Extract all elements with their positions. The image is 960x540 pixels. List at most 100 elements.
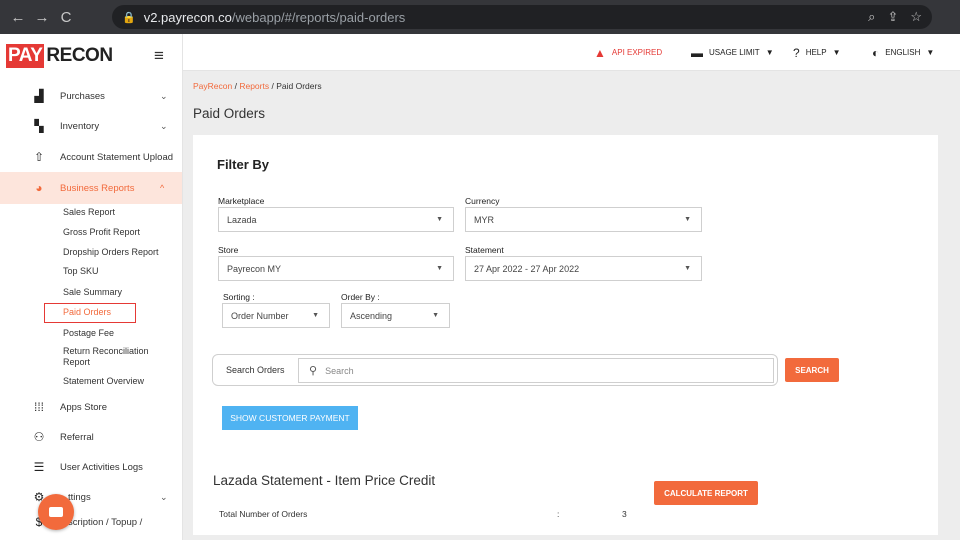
help-icon: ? [793,45,800,60]
address-bar[interactable]: 🔒 v2.payrecon.co /webapp/#/reports/paid-… [112,5,932,29]
marketplace-label: Marketplace [218,196,265,206]
currency-label: Currency [465,196,500,206]
language-label: ENGLISH [885,48,921,57]
total-orders-value: 3 [622,509,627,519]
total-orders-colon: : [557,509,560,519]
breadcrumb-reports[interactable]: Reports [239,81,269,91]
search-input[interactable]: ⚲ Search [298,358,774,383]
filter-title: Filter By [217,157,270,172]
sub-item-sale-summary[interactable]: Sale Summary [63,287,122,297]
share-icon[interactable]: ⇪ [887,9,898,25]
sorting-label: Sorting : [223,292,255,302]
back-icon[interactable]: ← [6,9,30,26]
sidebar-item-inventory[interactable]: ▚ Inventory ⌄ [0,112,182,140]
breadcrumb-payrecon[interactable]: PayRecon [193,81,232,91]
caret-down-icon: ▼ [684,216,691,223]
users-icon: ⚇ [33,430,45,444]
api-expired-alert[interactable]: ▲ API EXPIRED [594,34,662,71]
store-value: Payrecon MY [227,263,282,274]
sidebar-item-label: User Activities Logs [60,461,143,473]
selection-highlight-box [44,303,136,323]
payrecon-logo[interactable]: PAY RECON [6,44,113,68]
currency-value: MYR [474,214,494,225]
sidebar-item-account-statement-upload[interactable]: ⇧ Account Statement Upload [0,143,182,171]
page-title: Paid Orders [193,106,266,121]
order-by-select[interactable]: Ascending ▼ [341,303,450,328]
language-menu[interactable]: ◐ ENGLISH ▼ [872,34,934,71]
sorting-value: Order Number [231,310,289,321]
sidebar-item-label: Account Statement Upload [60,151,174,163]
search-icon: ⚲ [309,365,318,377]
logo-pay: PAY [6,44,45,68]
sidebar-item-label: Inventory [60,120,100,132]
warning-icon: ▲ [594,45,606,60]
caret-down-icon: ▼ [926,48,935,57]
truck-icon: ▟ [34,89,44,103]
statement-title: Lazada Statement - Item Price Credit [213,473,436,488]
sub-item-statement-overview[interactable]: Statement Overview [63,376,144,386]
upload-icon: ⇧ [33,150,45,164]
sidebar-item-subscription[interactable]: $ scription / Topup / [0,508,182,536]
breadcrumb-separator: / [271,81,274,91]
caret-down-icon: ▼ [832,48,841,57]
caret-down-icon: ▼ [684,265,691,272]
calculate-report-button[interactable]: CALCULATE REPORT [654,481,758,505]
search-placeholder: Search [325,365,354,376]
search-button[interactable]: SEARCH [785,358,839,382]
chat-widget-button[interactable] [38,494,74,530]
reload-icon[interactable]: C [54,9,78,26]
sidebar-item-user-activities-logs[interactable]: ☰ User Activities Logs [0,453,182,481]
sidebar-item-label: Referral [60,431,94,443]
boxes-icon: ▚ [34,119,44,133]
sub-item-return-reconciliation-line2[interactable]: Report [63,357,90,367]
store-select[interactable]: Payrecon MY ▼ [218,256,454,281]
help-label: HELP [805,48,827,57]
store-label: Store [218,245,239,255]
sidebar-item-label: Purchases [60,90,105,102]
top-bar: ▲ API EXPIRED ▬ USAGE LIMIT ▼ ? HELP ▼ ◐… [183,34,960,71]
sidebar: PAY RECON ≡ ▟ Purchases ⌄ ▚ Inventory ⌄ … [0,34,183,540]
pie-chart-icon: ◕ [35,181,43,195]
sub-item-postage-fee[interactable]: Postage Fee [63,328,114,338]
caret-down-icon: ▼ [432,312,439,319]
chevron-down-icon: ⌄ [160,90,168,101]
statement-label: Statement [465,245,504,255]
sidebar-item-business-reports[interactable]: ◕ Business Reports ^ [0,172,182,204]
caret-down-icon: ▼ [436,216,443,223]
caret-down-icon: ▼ [436,265,443,272]
forward-icon[interactable]: → [30,9,54,26]
sorting-select[interactable]: Order Number ▼ [222,303,330,328]
zoom-icon[interactable]: ⌕ [868,9,875,25]
usage-limit-label: USAGE LIMIT [709,48,760,57]
logo-recon: RECON [46,45,113,66]
globe-icon: ◐ [872,45,880,60]
marketplace-select[interactable]: Lazada ▼ [218,207,454,232]
sidebar-item-label: Business Reports [60,182,135,194]
usage-limit-menu[interactable]: ▬ USAGE LIMIT ▼ [691,34,774,71]
total-orders-label: Total Number of Orders [219,509,308,519]
sub-item-dropship-orders-report[interactable]: Dropship Orders Report [63,247,159,257]
breadcrumb-separator: / [234,81,237,91]
statement-select[interactable]: 27 Apr 2022 - 27 Apr 2022 ▼ [465,256,702,281]
sidebar-item-purchases[interactable]: ▟ Purchases ⌄ [0,82,182,110]
help-menu[interactable]: ? HELP ▼ [793,34,841,71]
sub-item-sales-report[interactable]: Sales Report [63,207,115,217]
marketplace-value: Lazada [227,214,257,225]
gauge-icon: ▬ [691,45,703,60]
hamburger-menu-icon[interactable]: ≡ [154,46,164,66]
sub-item-top-sku[interactable]: Top SKU [63,266,99,276]
currency-select[interactable]: MYR ▼ [465,207,702,232]
url-path: /webapp/#/reports/paid-orders [231,9,406,25]
sub-item-gross-profit-report[interactable]: Gross Profit Report [63,227,140,237]
sidebar-item-label: Apps Store [60,401,107,413]
search-orders-label: Search Orders [226,365,285,375]
sub-item-return-reconciliation[interactable]: Return Reconciliation [63,346,149,356]
sidebar-item-referral[interactable]: ⚇ Referral [0,423,182,451]
sidebar-item-apps-store[interactable]: ⁞⁞⁞ Apps Store [0,393,182,421]
caret-down-icon: ▼ [765,48,774,57]
show-customer-payment-button[interactable]: SHOW CUSTOMER PAYMENT [222,406,358,430]
star-icon[interactable]: ☆ [910,9,922,25]
sidebar-item-settings[interactable]: ⚙ ttings ⌄ [0,483,182,511]
chevron-down-icon: ⌄ [160,491,168,502]
breadcrumb: PayRecon / Reports / Paid Orders [193,81,322,91]
